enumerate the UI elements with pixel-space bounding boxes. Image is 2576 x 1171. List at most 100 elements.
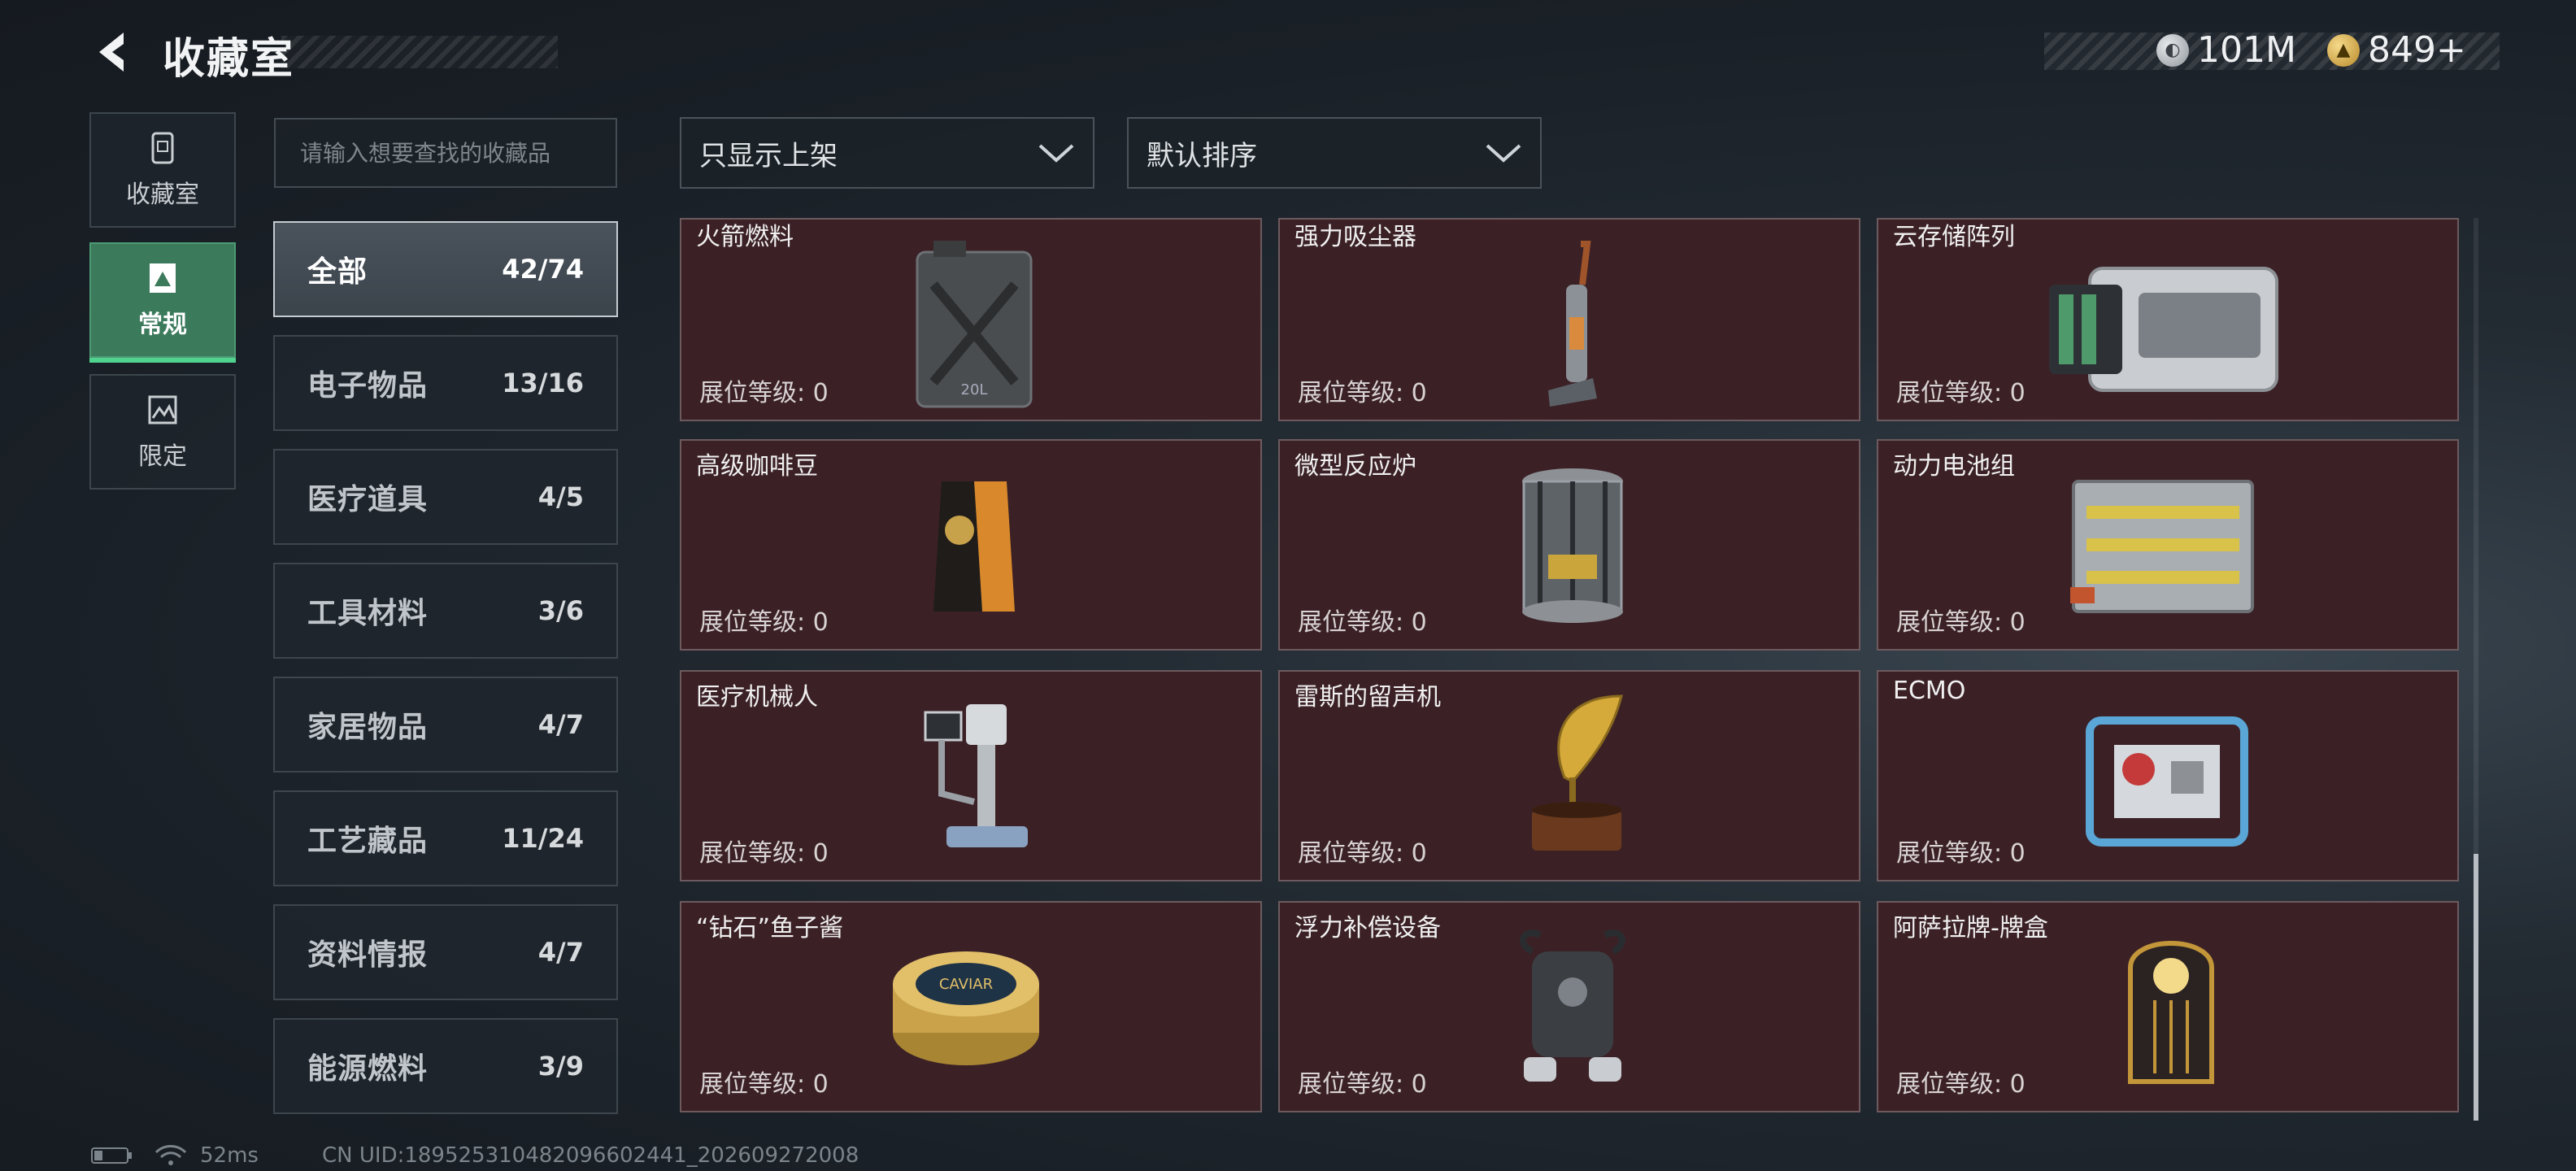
search-input[interactable]	[274, 118, 617, 188]
category-count: 3/9	[537, 1051, 584, 1082]
caviar-tin-icon: CAVIAR	[893, 951, 1039, 1065]
vacuum-cleaner-icon	[1548, 241, 1597, 407]
category-all[interactable]: 全部 42/74	[273, 221, 618, 317]
booth-level: 展位等级: 0	[699, 379, 829, 407]
booth-level: 展位等级: 0	[699, 608, 829, 637]
item-name: 强力吸尘器	[1295, 223, 1416, 251]
category-energy[interactable]: 能源燃料 3/9	[273, 1018, 618, 1114]
nav-tab-label: 收藏室	[126, 181, 199, 209]
category-name: 家居物品	[307, 711, 429, 744]
card-box-icon	[2128, 941, 2214, 1084]
collectible-card[interactable]: 阿萨拉牌-牌盒 展位等级: 0	[1877, 901, 2459, 1112]
category-count: 42/74	[502, 254, 584, 285]
category-count: 4/7	[537, 709, 584, 740]
booth-level: 展位等级: 0	[1298, 1070, 1427, 1099]
coffee-bag-icon	[933, 481, 1015, 612]
category-count: 3/6	[537, 595, 584, 626]
back-arrow-icon[interactable]	[88, 28, 137, 76]
storage-array-icon	[2049, 267, 2278, 392]
mini-reactor-icon	[1522, 468, 1623, 623]
currency-silver[interactable]: ◐ 101M	[2156, 29, 2296, 71]
buoyancy-device-icon	[1520, 929, 1625, 1082]
booth-level: 展位等级: 0	[699, 839, 829, 868]
nav-tab-regular[interactable]: 常规	[89, 242, 236, 363]
category-name: 全部	[307, 255, 368, 289]
display-filter-dropdown[interactable]: 只显示上架	[680, 117, 1094, 189]
status-bar: 52ms	[91, 1143, 259, 1168]
collectible-card[interactable]: 动力电池组 展位等级: 0	[1877, 439, 2459, 651]
display-filter-value: 只显示上架	[699, 139, 838, 172]
item-name: 高级咖啡豆	[696, 452, 818, 481]
booth-level: 展位等级: 0	[1896, 379, 2026, 407]
collectible-card[interactable]: 强力吸尘器 展位等级: 0	[1278, 218, 1860, 421]
silver-currency-value: 101M	[2197, 29, 2296, 71]
sort-dropdown[interactable]: 默认排序	[1127, 117, 1542, 189]
collectible-card[interactable]: 火箭燃料 20L 展位等级: 0	[680, 218, 1262, 421]
booth-level: 展位等级: 0	[1298, 379, 1427, 407]
gramophone-icon	[1532, 694, 1623, 851]
gold-coin-icon: ▲	[2327, 33, 2360, 67]
svg-text:20L: 20L	[961, 381, 988, 398]
collectible-card[interactable]: 云存储阵列 展位等级: 0	[1877, 218, 2459, 421]
category-household[interactable]: 家居物品 4/7	[273, 677, 618, 773]
item-name: 医疗机械人	[696, 683, 818, 712]
category-name: 能源燃料	[307, 1052, 429, 1086]
collection-grid[interactable]: 火箭燃料 20L 展位等级: 0 强力吸尘器 展位等级: 0 云存储阵列 展位等…	[680, 218, 2461, 1121]
item-name: ECMO	[1893, 677, 1966, 705]
collectible-card[interactable]: 浮力补偿设备 展位等级: 0	[1278, 901, 1860, 1112]
medical-robot-icon	[924, 704, 1028, 847]
item-name: 阿萨拉牌-牌盒	[1893, 914, 2048, 942]
battery-icon	[91, 1147, 132, 1164]
collectible-card[interactable]: 微型反应炉 展位等级: 0	[1278, 439, 1860, 651]
category-electronics[interactable]: 电子物品 13/16	[273, 335, 618, 431]
booth-level: 展位等级: 0	[1896, 608, 2026, 637]
category-count: 4/7	[537, 937, 584, 968]
collection-room-icon	[151, 132, 174, 164]
nav-tab-collection-room[interactable]: 收藏室	[89, 112, 236, 228]
currency-gold[interactable]: ▲ 849+	[2327, 29, 2466, 71]
category-crafts[interactable]: 工艺藏品 11/24	[273, 790, 618, 886]
booth-level: 展位等级: 0	[1896, 839, 2026, 868]
booth-level: 展位等级: 0	[1298, 839, 1427, 868]
category-name: 医疗道具	[307, 483, 429, 516]
ping-value: 52ms	[200, 1143, 259, 1168]
category-intel[interactable]: 资料情报 4/7	[273, 904, 618, 1000]
chevron-down-icon	[1486, 144, 1521, 163]
sort-value: 默认排序	[1147, 139, 1257, 172]
booth-level: 展位等级: 0	[699, 1070, 829, 1099]
regular-picture-icon	[150, 263, 176, 293]
battery-pack-icon	[2070, 480, 2254, 613]
nav-tab-limited[interactable]: 限定	[89, 374, 236, 490]
page-title: 收藏室	[163, 35, 295, 84]
nav-tab-label: 限定	[138, 442, 187, 471]
category-medical[interactable]: 医疗道具 4/5	[273, 449, 618, 545]
category-name: 工艺藏品	[307, 825, 429, 858]
collectible-card[interactable]: 雷斯的留声机 展位等级: 0	[1278, 670, 1860, 882]
category-count: 13/16	[502, 368, 584, 398]
nav-tab-label: 常规	[138, 311, 187, 339]
category-tools[interactable]: 工具材料 3/6	[273, 563, 618, 659]
category-count: 4/5	[537, 481, 584, 512]
collectible-card[interactable]: 高级咖啡豆 展位等级: 0	[680, 439, 1262, 651]
item-name: 火箭燃料	[696, 223, 794, 251]
gold-currency-value: 849+	[2368, 29, 2466, 71]
item-name: 云存储阵列	[1893, 223, 2015, 251]
ecmo-machine-icon	[2086, 716, 2248, 847]
wifi-icon	[154, 1145, 187, 1165]
silver-coin-icon: ◐	[2156, 33, 2189, 67]
collectible-card[interactable]: ECMO 展位等级: 0	[1877, 670, 2459, 882]
collectible-card[interactable]: “钻石”鱼子酱 CAVIAR 展位等级: 0	[680, 901, 1262, 1112]
category-count: 11/24	[502, 823, 584, 854]
fuel-canister-icon: 20L	[916, 241, 1033, 408]
header: 收藏室 ◐ 101M ▲ 849+	[0, 0, 2576, 98]
scrollbar-thumb[interactable]	[2474, 854, 2478, 1121]
item-name: 动力电池组	[1893, 452, 2015, 481]
booth-level: 展位等级: 0	[1298, 608, 1427, 637]
title-decoration	[281, 36, 558, 68]
collectible-card[interactable]: 医疗机械人 展位等级: 0	[680, 670, 1262, 882]
category-name: 工具材料	[307, 597, 429, 630]
category-name: 电子物品	[307, 369, 429, 403]
item-name: 雷斯的留声机	[1295, 683, 1441, 712]
chevron-down-icon	[1038, 144, 1074, 163]
item-name: “钻石”鱼子酱	[696, 914, 844, 942]
